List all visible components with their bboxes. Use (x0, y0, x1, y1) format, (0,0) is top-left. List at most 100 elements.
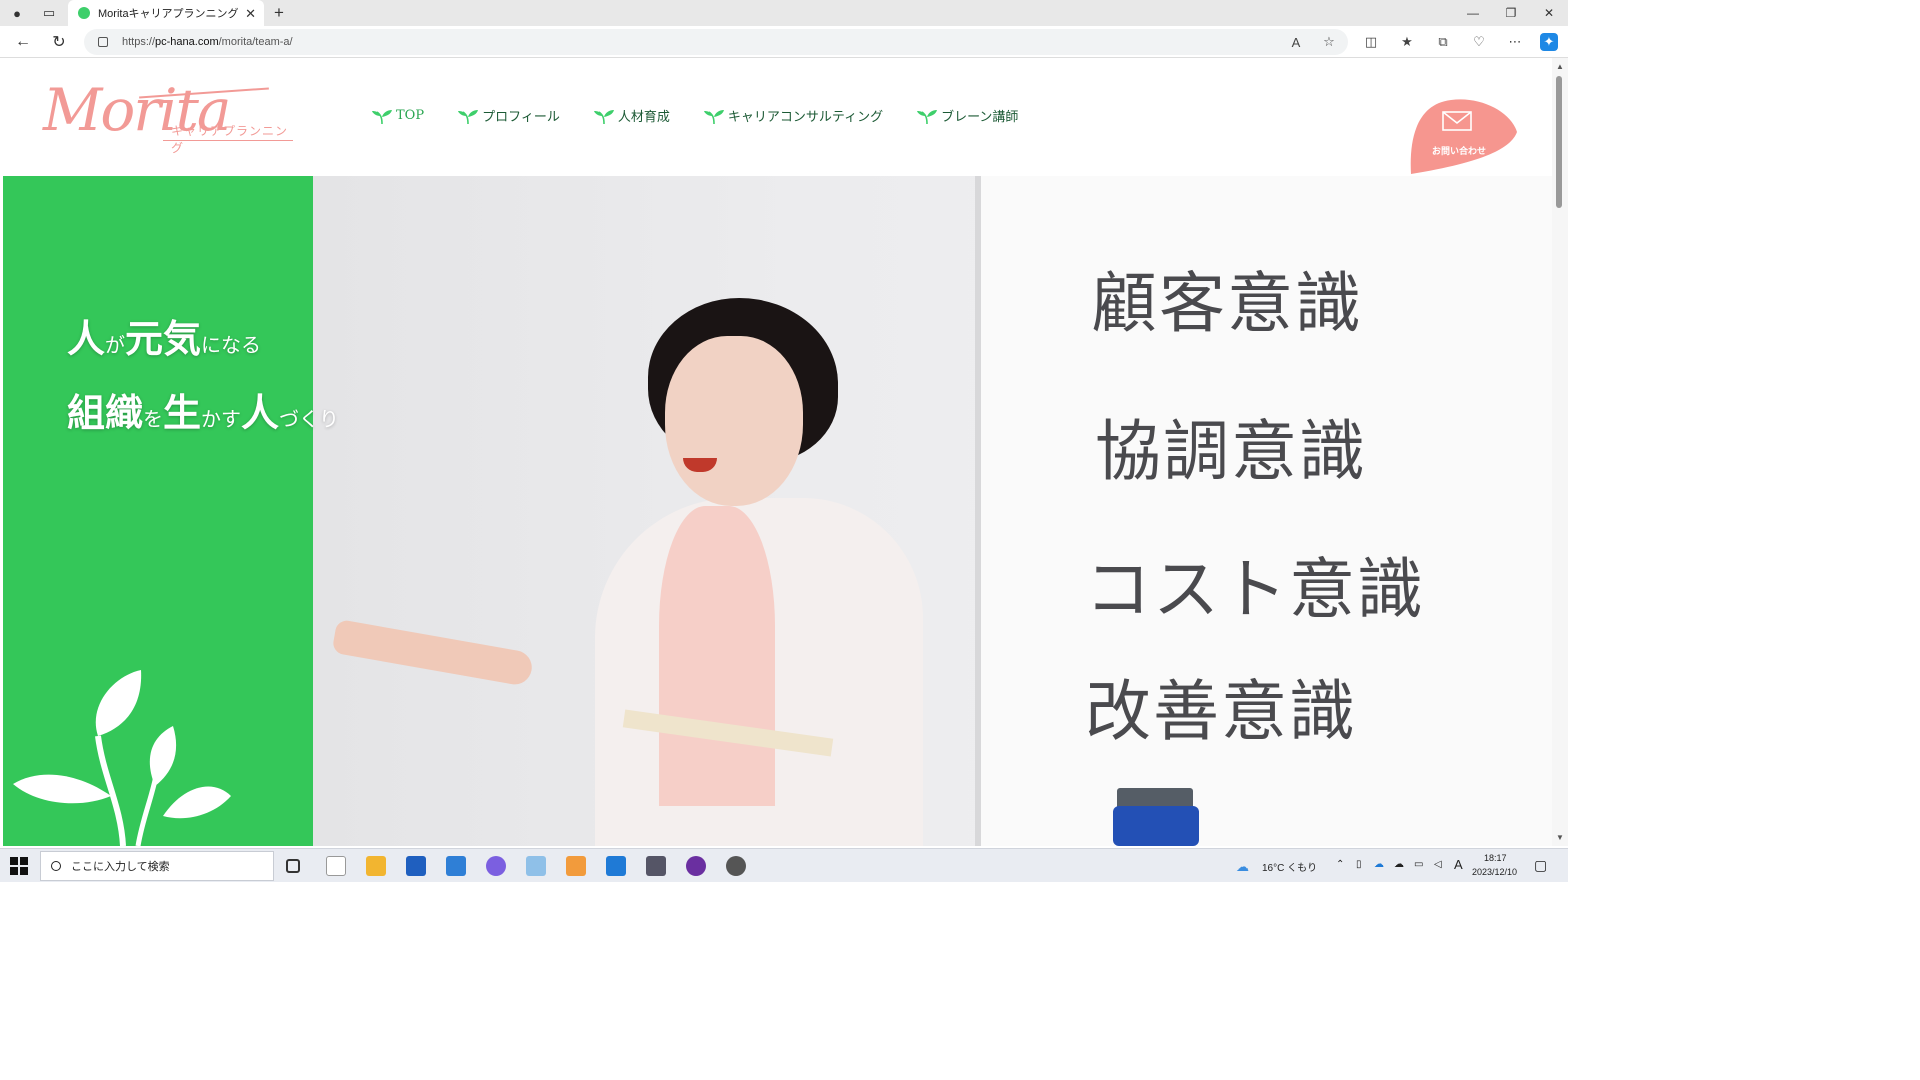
sprout-icon (458, 109, 479, 124)
taskbar-search-input[interactable]: ここに入力して検索 (40, 851, 274, 881)
catch-text: が (105, 333, 126, 357)
store-app-icon[interactable] (406, 856, 426, 876)
ime-indicator[interactable]: A (1454, 857, 1463, 872)
catch-text: になる (201, 333, 262, 357)
favorites-icon[interactable]: ★ (1398, 33, 1416, 51)
vscode-icon[interactable] (606, 856, 626, 876)
hero-catchcopy: 人 が元気になる 組織を生かす人づくり (67, 306, 339, 454)
site-logo[interactable]: Morita キャリアプランニング (43, 78, 293, 155)
contact-button[interactable]: お問い合わせ (1407, 98, 1519, 174)
browser-essentials-icon[interactable]: ♡ (1470, 33, 1488, 51)
global-nav: TOP プロフィール 人材育成 キャリアコンサルティング ブレーン講師 (371, 106, 1051, 125)
calculator-icon[interactable] (646, 856, 666, 876)
board-word: 顧客意識 (1091, 265, 1363, 342)
board-word: 改善意識 (1085, 673, 1357, 750)
nav-label: プロフィール (482, 110, 560, 125)
github-desktop-icon[interactable] (686, 856, 706, 876)
browser-tab-active[interactable]: Moritaキャリアプランニング ✕ (68, 0, 264, 26)
refresh-icon[interactable]: ↻ (48, 32, 70, 52)
scroll-down-icon[interactable]: ▼ (1556, 833, 1564, 842)
person-hand (331, 618, 535, 688)
close-window-icon[interactable]: ✕ (1534, 3, 1564, 23)
copilot-app-icon[interactable] (486, 856, 506, 876)
catch-text: づくり (279, 407, 340, 431)
hero-section: 顧客意識 協調意識 コスト意識 改善意識 人 が元気になる 組織を生かす人づくり (3, 176, 1552, 846)
task-view-icon[interactable] (286, 859, 300, 873)
back-icon[interactable]: ← (12, 32, 34, 52)
new-tab-icon[interactable]: + (270, 3, 288, 22)
clock-date[interactable]: 2023/12/10 (1472, 867, 1517, 877)
minimize-icon[interactable]: — (1458, 3, 1488, 23)
network-icon[interactable]: ▭ (1414, 859, 1423, 870)
close-tab-icon[interactable]: ✕ (245, 6, 256, 22)
search-icon (51, 861, 61, 871)
url-domain: pc-hana.com (155, 36, 219, 48)
logo-underline (163, 140, 293, 141)
person-blouse (659, 506, 775, 806)
split-screen-icon[interactable]: ◫ (1362, 33, 1380, 51)
settings-gear-icon[interactable] (726, 856, 746, 876)
volume-muted-icon[interactable]: ◁ (1434, 859, 1442, 870)
logo-subtitle: キャリアプランニング (171, 124, 289, 155)
scroll-thumb[interactable] (1556, 76, 1562, 208)
hero-green-panel: 人 が元気になる 組織を生かす人づくり (3, 176, 339, 846)
media-app-icon[interactable] (566, 856, 586, 876)
windows-taskbar: ここに入力して検索 ☁ 16°C くもり ⌃ ▯ ☁ ☁ ▭ ◁ A 18:17… (0, 848, 1568, 882)
site-favicon-icon (78, 7, 90, 19)
clock-time[interactable]: 18:17 (1484, 853, 1507, 863)
sprout-icon (703, 109, 724, 124)
board-word: 協調意識 (1095, 413, 1367, 490)
url-field[interactable]: https://pc-hana.com/morita/team-a/ (84, 29, 1348, 55)
lock-icon (98, 37, 108, 47)
nav-brain-lecturer[interactable]: ブレーン講師 (916, 106, 1018, 125)
browser-tab-bar: ● ▭ Moritaキャリアプランニング ✕ + — ❐ ✕ (0, 0, 1568, 26)
mail-app-icon[interactable] (446, 856, 466, 876)
onedrive-personal-icon[interactable]: ☁ (1394, 859, 1404, 870)
sprout-icon (372, 109, 392, 124)
sprout-icon (593, 109, 614, 124)
notification-icon[interactable]: ▢ (1534, 857, 1547, 874)
nav-label: TOP (396, 108, 425, 123)
contact-blob-shape (1410, 99, 1517, 174)
weather-text[interactable]: 16°C くもり (1262, 859, 1317, 874)
tray-chevron-icon[interactable]: ⌃ (1336, 859, 1344, 870)
whiteboard: 顧客意識 協調意識 コスト意識 改善意識 (975, 176, 1552, 846)
sprout-icon (917, 109, 938, 124)
copilot-icon[interactable]: ✦ (1540, 33, 1558, 51)
restore-icon[interactable]: ❐ (1496, 3, 1526, 23)
nav-label: ブレーン講師 (941, 110, 1019, 125)
search-placeholder: ここに入力して検索 (71, 861, 170, 873)
catch-text: 人 (241, 390, 280, 435)
file-explorer-icon[interactable] (366, 856, 386, 876)
nav-top[interactable]: TOP (371, 106, 424, 125)
onedrive-icon[interactable]: ☁ (1374, 859, 1384, 870)
favorite-star-icon[interactable]: ☆ (1320, 33, 1338, 51)
person-face (665, 336, 803, 506)
collections-icon[interactable]: ⧉ (1434, 33, 1452, 51)
web-page: Morita キャリアプランニング TOP プロフィール 人材育成 キャリアコン… (3, 58, 1552, 846)
notepad-app-icon[interactable] (326, 856, 346, 876)
page-scrollbar[interactable]: ▲ ▼ (1552, 58, 1568, 846)
tray-device-icon[interactable]: ▯ (1356, 859, 1362, 870)
catch-text: 元気 (125, 316, 202, 361)
nav-label: キャリアコンサルティング (727, 110, 884, 125)
catch-text: を (143, 407, 164, 431)
nav-profile[interactable]: プロフィール (457, 106, 560, 125)
read-aloud-icon[interactable]: A (1287, 33, 1305, 51)
profile-icon[interactable]: ● (8, 4, 26, 22)
nav-label: 人材育成 (617, 110, 670, 125)
paint-app-icon[interactable] (526, 856, 546, 876)
contact-label: お問い合わせ (1431, 146, 1486, 156)
windows-start-icon[interactable] (10, 857, 28, 875)
nav-career-consulting[interactable]: キャリアコンサルティング (703, 106, 883, 125)
catch-text: 組織 (67, 390, 144, 435)
site-header: Morita キャリアプランニング TOP プロフィール 人材育成 キャリアコン… (3, 58, 1552, 176)
whiteboard-eraser (1113, 806, 1199, 846)
scroll-up-icon[interactable]: ▲ (1556, 62, 1564, 71)
catchcopy-line-2: 組織を生かす人づくり (67, 380, 339, 454)
more-menu-icon[interactable]: ⋯ (1506, 33, 1524, 51)
tab-actions-icon[interactable]: ▭ (40, 4, 58, 22)
cloud-weather-icon[interactable]: ☁ (1236, 859, 1249, 875)
nav-training[interactable]: 人材育成 (593, 106, 670, 125)
leaves-illustration (13, 670, 231, 846)
